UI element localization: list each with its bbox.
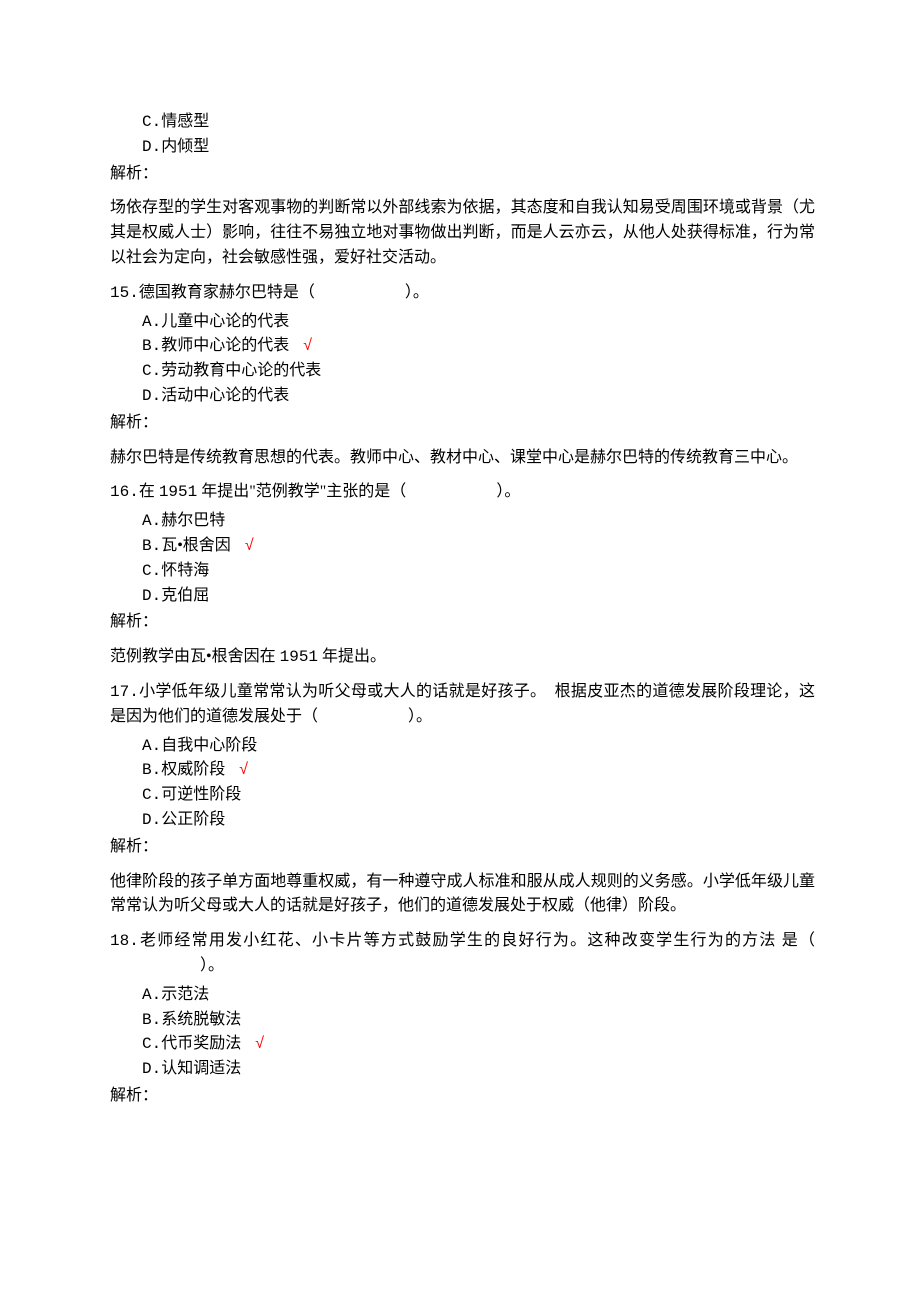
q15-option-c: C.劳动教育中心论的代表 — [110, 359, 815, 384]
check-icon: √ — [245, 537, 254, 554]
option-text: 克伯屈 — [161, 587, 209, 604]
q15-option-b: B.教师中心论的代表 √ — [110, 334, 815, 359]
analysis-pre: 范例教学由瓦•根舍因在 — [110, 648, 280, 665]
option-text: 公正阶段 — [161, 811, 225, 828]
analysis-label: 解析： — [110, 835, 815, 860]
option-letter: B. — [142, 537, 161, 555]
q15-option-d: D.活动中心论的代表 — [110, 384, 815, 409]
stem-year: 1951 — [159, 483, 197, 501]
q17-option-d: D.公正阶段 — [110, 808, 815, 833]
q15-analysis: 赫尔巴特是传统教育思想的代表。教师中心、教材中心、课堂中心是赫尔巴特的传统教育三… — [110, 446, 815, 471]
question-number: 18. — [110, 932, 139, 950]
option-text: 认知调适法 — [161, 1060, 241, 1077]
stem-text: 老师经常用发小红花、小卡片等方式鼓励学生的良好行为。这种改变学生行为的方法 是（ — [139, 932, 815, 949]
q18-option-c: C.代币奖励法 √ — [110, 1032, 815, 1057]
option-letter: C. — [142, 113, 161, 131]
q18-option-b: B.系统脱敏法 — [110, 1008, 815, 1033]
check-icon: √ — [239, 761, 248, 778]
option-text: 代币奖励法 — [161, 1035, 241, 1052]
q17-option-a: A.自我中心阶段 — [110, 734, 815, 759]
question-number: 15. — [110, 284, 139, 302]
option-letter: D. — [142, 1060, 161, 1078]
option-letter: C. — [142, 786, 161, 804]
analysis-label: 解析： — [110, 1084, 815, 1109]
q17-analysis: 他律阶段的孩子单方面地尊重权威，有一种遵守成人标准和服从成人规则的义务感。小学低… — [110, 870, 815, 920]
option-text: 怀特海 — [161, 562, 209, 579]
option-letter: A. — [142, 737, 161, 755]
q17-option-c: C.可逆性阶段 — [110, 783, 815, 808]
option-letter: B. — [142, 1011, 161, 1029]
option-text: 儿童中心论的代表 — [161, 313, 289, 330]
option-letter: D. — [142, 587, 161, 605]
stem-text: 小学低年级儿童常常认为听父母或大人的话就是好孩子。 根据皮亚杰的道德发展阶段理论… — [110, 683, 815, 725]
stem-end: ）。 — [408, 708, 432, 725]
q18-option-d: D.认知调适法 — [110, 1057, 815, 1082]
option-letter: A. — [142, 313, 161, 331]
q16-option-a: A.赫尔巴特 — [110, 509, 815, 534]
stem-pre: 在 — [139, 483, 159, 500]
question-number: 16. — [110, 483, 139, 501]
analysis-post: 年提出。 — [318, 648, 386, 665]
q16-option-d: D.克伯屈 — [110, 584, 815, 609]
option-text: 内倾型 — [161, 138, 209, 155]
stem-end: ）。 — [200, 957, 224, 974]
q14-option-d: D.内倾型 — [110, 135, 815, 160]
option-letter: A. — [142, 512, 161, 530]
option-letter: D. — [142, 811, 161, 829]
q14-option-c: C.情感型 — [110, 110, 815, 135]
q18-option-a: A.示范法 — [110, 983, 815, 1008]
option-letter: B. — [142, 761, 161, 779]
q15-stem: 15.德国教育家赫尔巴特是（ ）。 — [110, 281, 815, 306]
q14-analysis: 场依存型的学生对客观事物的判断常以外部线索为依据，其态度和自我认知易受周围环境或… — [110, 196, 815, 270]
option-letter: C. — [142, 1035, 161, 1053]
q16-option-b: B.瓦•根舍因 √ — [110, 534, 815, 559]
question-number: 17. — [110, 683, 139, 701]
check-icon: √ — [255, 1035, 264, 1052]
option-letter: D. — [142, 387, 161, 405]
option-text: 劳动教育中心论的代表 — [161, 362, 321, 379]
option-text: 活动中心论的代表 — [161, 387, 289, 404]
check-icon: √ — [303, 337, 312, 354]
option-text: 系统脱敏法 — [161, 1011, 241, 1028]
option-letter: C. — [142, 362, 161, 380]
stem-text: 德国教育家赫尔巴特是（ — [139, 284, 315, 301]
option-text: 权威阶段 — [161, 761, 225, 778]
option-text: 可逆性阶段 — [161, 786, 241, 803]
q16-option-c: C.怀特海 — [110, 559, 815, 584]
option-text: 教师中心论的代表 — [161, 337, 289, 354]
analysis-label: 解析： — [110, 610, 815, 635]
stem-mid: 年提出"范例教学"主张的是（ — [197, 483, 406, 500]
option-letter: C. — [142, 562, 161, 580]
option-text: 情感型 — [161, 113, 209, 130]
exam-page: C.情感型 D.内倾型 解析： 场依存型的学生对客观事物的判断常以外部线索为依据… — [0, 0, 920, 1302]
analysis-label: 解析： — [110, 411, 815, 436]
q16-analysis: 范例教学由瓦•根舍因在 1951 年提出。 — [110, 645, 815, 670]
stem-end: ）。 — [405, 284, 429, 301]
q16-stem: 16.在 1951 年提出"范例教学"主张的是（ ）。 — [110, 480, 815, 505]
option-text: 自我中心阶段 — [161, 737, 257, 754]
q15-option-a: A.儿童中心论的代表 — [110, 310, 815, 335]
q17-stem: 17.小学低年级儿童常常认为听父母或大人的话就是好孩子。 根据皮亚杰的道德发展阶… — [110, 680, 815, 730]
option-letter: B. — [142, 337, 161, 355]
option-letter: A. — [142, 986, 161, 1004]
q18-stem: 18.老师经常用发小红花、小卡片等方式鼓励学生的良好行为。这种改变学生行为的方法… — [110, 929, 815, 979]
option-letter: D. — [142, 138, 161, 156]
q17-option-b: B.权威阶段 √ — [110, 758, 815, 783]
analysis-label: 解析： — [110, 162, 815, 187]
analysis-year: 1951 — [280, 648, 318, 666]
stem-end: ）。 — [496, 483, 520, 500]
option-text: 赫尔巴特 — [161, 512, 225, 529]
option-text: 示范法 — [161, 986, 209, 1003]
option-text: 瓦•根舍因 — [161, 537, 231, 554]
